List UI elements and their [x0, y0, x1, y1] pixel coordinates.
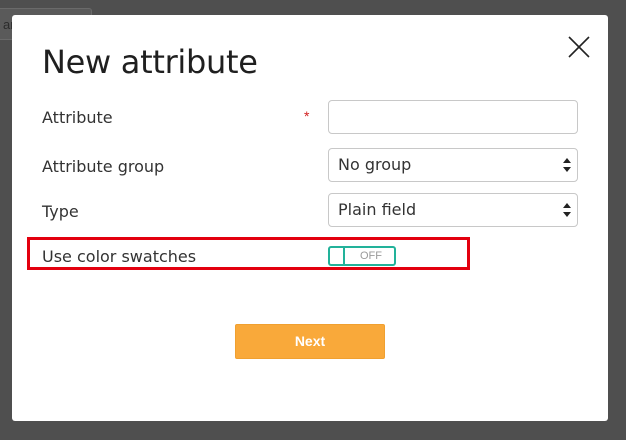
toggle-knob — [330, 248, 345, 264]
close-button[interactable] — [567, 35, 591, 59]
select-arrows-icon — [563, 203, 571, 217]
attribute-group-selected: No group — [338, 155, 412, 174]
close-icon — [568, 36, 590, 58]
attribute-input[interactable] — [328, 100, 578, 134]
type-label: Type — [42, 202, 79, 221]
dialog-title: New attribute — [42, 43, 258, 81]
select-arrows-icon — [563, 158, 571, 172]
color-swatches-label: Use color swatches — [42, 247, 197, 266]
type-selected: Plain field — [338, 200, 417, 219]
type-select[interactable]: Plain field — [328, 193, 578, 227]
required-marker: * — [304, 108, 310, 124]
next-button[interactable]: Next — [235, 324, 385, 359]
toggle-state-label: OFF — [360, 250, 382, 262]
attribute-group-select[interactable]: No group — [328, 148, 578, 182]
new-attribute-dialog: New attribute Attribute * Attribute grou… — [12, 15, 608, 421]
attribute-group-label: Attribute group — [42, 157, 165, 176]
color-swatches-toggle[interactable]: OFF — [328, 246, 396, 266]
attribute-label: Attribute — [42, 108, 113, 127]
